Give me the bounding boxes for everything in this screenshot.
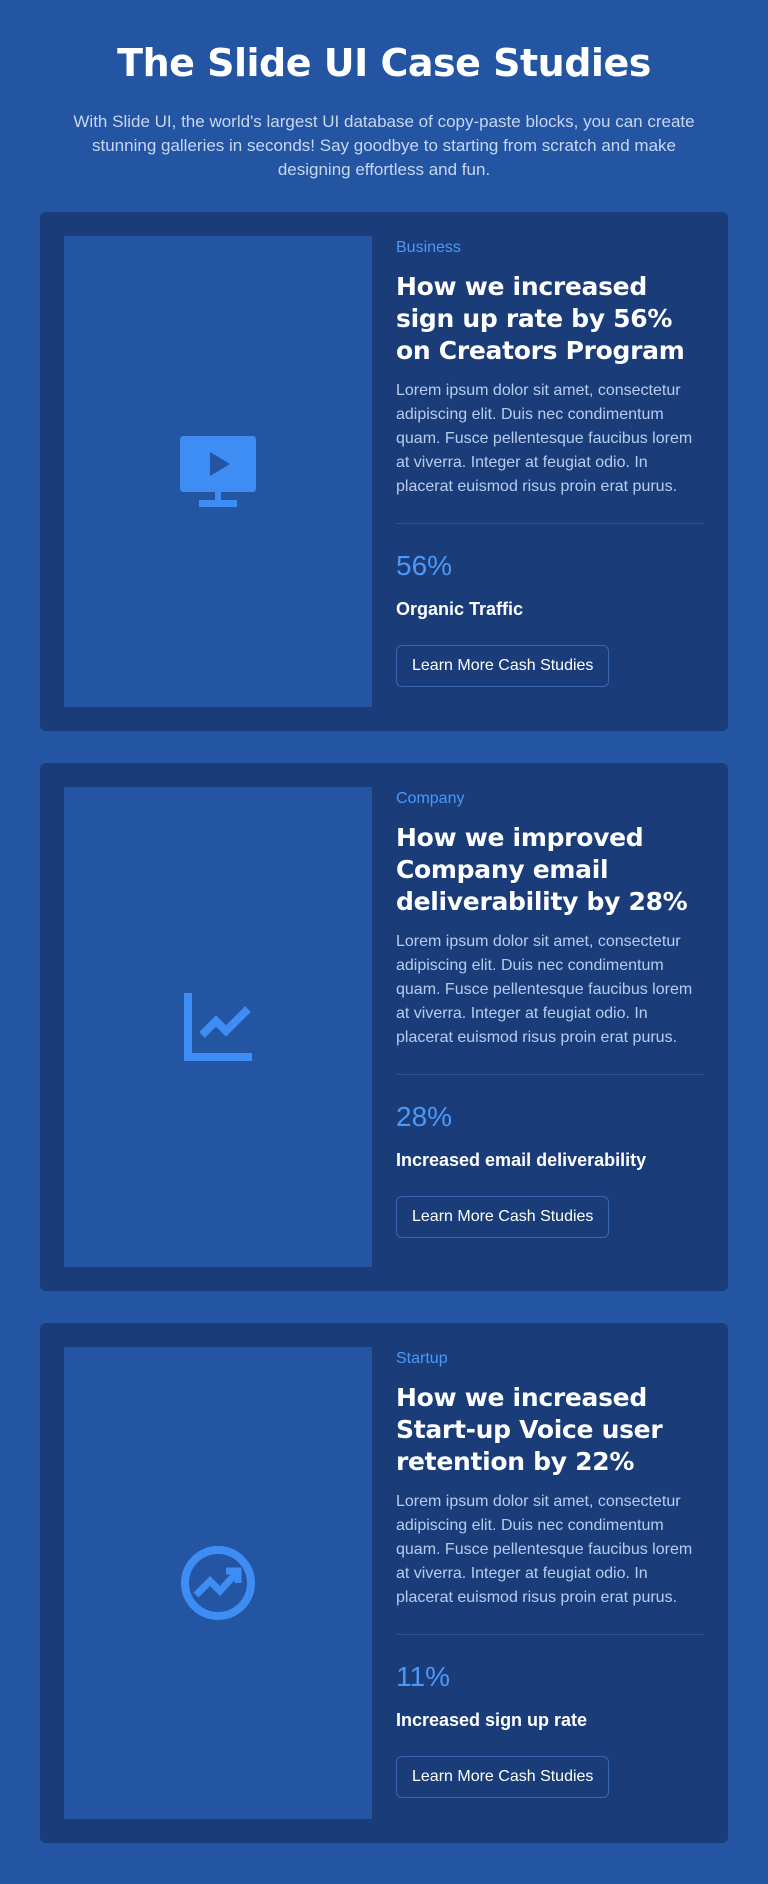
case-study-image bbox=[64, 1347, 372, 1819]
case-study-category: Business bbox=[396, 239, 461, 256]
trending-up-circle-icon bbox=[181, 1546, 255, 1620]
learn-more-button[interactable]: Learn More Cash Studies bbox=[396, 1756, 610, 1798]
case-study-card: Company How we improved Company email de… bbox=[40, 763, 728, 1291]
case-study-description: Lorem ipsum dolor sit amet, consectetur … bbox=[396, 1493, 693, 1606]
divider bbox=[396, 1634, 704, 1635]
stat-label: Increased sign up rate bbox=[396, 1710, 588, 1730]
page-title: The Slide UI Case Studies bbox=[117, 41, 651, 85]
case-study-image bbox=[64, 787, 372, 1267]
case-study-title: How we improved Company email deliverabi… bbox=[396, 823, 688, 916]
case-studies-page: The Slide UI Case Studies With Slide UI,… bbox=[0, 0, 768, 1884]
divider bbox=[396, 523, 704, 524]
case-study-title: How we increased Start-up Voice user ret… bbox=[396, 1383, 663, 1476]
case-study-content: Startup How we increased Start-up Voice … bbox=[372, 1347, 704, 1819]
divider bbox=[396, 1074, 704, 1075]
case-study-list: Business How we increased sign up rate b… bbox=[40, 212, 728, 1875]
stat-value: 28% bbox=[396, 1101, 453, 1132]
stat-value: 56% bbox=[396, 550, 453, 581]
case-study-category: Company bbox=[396, 790, 465, 807]
line-chart-icon bbox=[184, 993, 252, 1061]
stat-label: Organic Traffic bbox=[396, 599, 524, 619]
case-study-content: Company How we improved Company email de… bbox=[372, 787, 704, 1267]
monitor-play-icon bbox=[180, 435, 256, 507]
case-study-image bbox=[64, 236, 372, 707]
stat-label: Increased email deliverability bbox=[396, 1150, 647, 1170]
case-study-title: How we increased sign up rate by 56% on … bbox=[396, 272, 685, 365]
case-study-description: Lorem ipsum dolor sit amet, consectetur … bbox=[396, 382, 693, 495]
learn-more-button[interactable]: Learn More Cash Studies bbox=[396, 1196, 610, 1238]
case-study-category: Startup bbox=[396, 1350, 448, 1367]
case-study-card: Startup How we increased Start-up Voice … bbox=[40, 1323, 728, 1843]
stat-value: 11% bbox=[396, 1661, 450, 1692]
learn-more-button[interactable]: Learn More Cash Studies bbox=[396, 645, 610, 687]
case-study-content: Business How we increased sign up rate b… bbox=[372, 236, 704, 707]
page-subtitle: With Slide UI, the world's largest UI da… bbox=[73, 112, 695, 179]
case-study-card: Business How we increased sign up rate b… bbox=[40, 212, 728, 731]
case-study-description: Lorem ipsum dolor sit amet, consectetur … bbox=[396, 933, 693, 1046]
